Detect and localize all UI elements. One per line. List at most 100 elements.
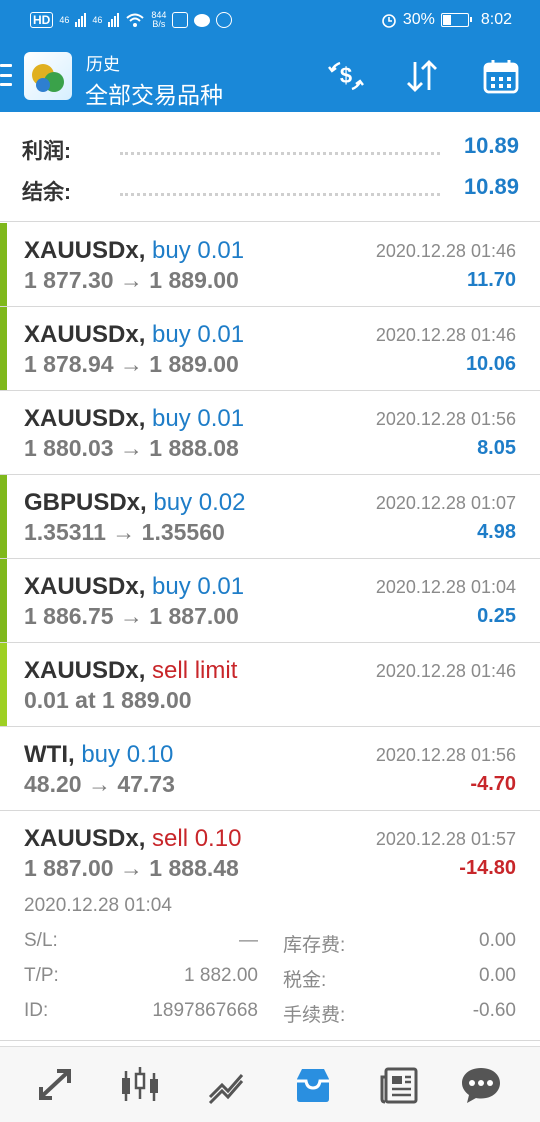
tax-value: 0.00 xyxy=(479,965,516,986)
swap-label: 库存费: xyxy=(283,935,346,956)
trade-time: 2020.12.28 01:46 xyxy=(375,241,516,261)
sl-value: — xyxy=(239,930,258,951)
trade-arrows-icon[interactable] xyxy=(33,1065,77,1105)
trade-symbol: XAUUSDx, xyxy=(24,573,146,600)
trade-profit: -14.80 xyxy=(459,857,516,879)
speed-unit: B/s xyxy=(152,19,166,29)
trade-row-expanded[interactable]: XAUUSDx, sell 0.10 1 887.00 → 1 888.48 2… xyxy=(0,811,540,1041)
trade-title: XAUUSDx, sell limit xyxy=(24,657,237,685)
battery-percent: 30% xyxy=(402,11,435,28)
trade-prices: 48.20 → 47.73 xyxy=(24,771,175,797)
signal1-icon xyxy=(75,13,87,27)
page-title[interactable]: 全部交易品种 xyxy=(85,76,223,110)
trade-profit: 8.05 xyxy=(477,437,516,459)
trade-title: XAUUSDx, buy 0.01 xyxy=(24,321,244,349)
trade-time: 2020.12.28 01:46 xyxy=(375,661,516,681)
trade-side: buy 0.02 xyxy=(153,489,246,516)
trade-row[interactable]: XAUUSDx, buy 0.01 1 880.03 → 1 888.08 20… xyxy=(0,391,540,475)
balance-value: 10.89 xyxy=(463,174,519,199)
trade-prices: 1 887.00 → 1 888.48 xyxy=(24,855,239,881)
trade-side: sell 0.10 xyxy=(152,825,242,852)
trade-title: XAUUSDx, buy 0.01 xyxy=(24,405,244,433)
net1-label: 46 xyxy=(59,14,70,25)
trade-side: buy 0.01 xyxy=(152,573,245,600)
trend-icon[interactable] xyxy=(204,1065,248,1105)
trade-side: buy 0.01 xyxy=(152,405,245,432)
inbox-icon[interactable] xyxy=(291,1065,335,1105)
trade-row[interactable]: XAUUSDx, buy 0.01 1 877.30 → 1 889.00 20… xyxy=(0,223,540,307)
trade-side: buy 0.01 xyxy=(152,237,245,264)
balance-row: 结余: 10.89 xyxy=(0,168,540,208)
open-time: 2020.12.28 01:04 xyxy=(24,895,172,916)
trade-symbol: GBPUSDx, xyxy=(24,489,147,516)
trade-prices: 1.35311 → 1.35560 xyxy=(24,519,225,545)
dotted-leader xyxy=(120,152,440,155)
candlestick-icon[interactable] xyxy=(118,1065,162,1105)
order-row[interactable]: XAUUSDx, sell limit 0.01 at 1 889.00 202… xyxy=(0,643,540,727)
header-subtitle: 历史 xyxy=(86,55,120,74)
app-notification-icon xyxy=(172,12,189,28)
clock: 8:02 xyxy=(480,11,512,28)
trade-time: 2020.12.28 01:46 xyxy=(375,325,516,345)
trade-time: 2020.12.28 01:56 xyxy=(375,409,516,429)
detail-row: ID: 1897867668 手续费: -0.60 xyxy=(0,1000,540,1030)
status-left: HD 46 46 844 B/s xyxy=(30,0,233,40)
calendar-icon[interactable] xyxy=(481,56,521,96)
commission-value: -0.60 xyxy=(472,1000,516,1021)
alarm-icon xyxy=(382,14,396,28)
trade-side: buy 0.10 xyxy=(81,741,174,768)
shop-icon xyxy=(216,12,233,28)
newspaper-icon[interactable] xyxy=(378,1065,422,1105)
trade-prices: 1 886.75 → 1 887.00 xyxy=(24,603,239,629)
wifi-icon xyxy=(126,13,145,27)
currency-exchange-icon[interactable]: $ xyxy=(326,56,366,96)
balance-label: 结余: xyxy=(22,181,71,204)
bottom-tab-bar xyxy=(0,1046,540,1122)
detail-row: T/P: 1 882.00 税金: 0.00 xyxy=(0,965,540,995)
profit-label: 利润: xyxy=(22,140,71,163)
trade-title: XAUUSDx, buy 0.01 xyxy=(24,237,244,265)
trade-row[interactable]: GBPUSDx, buy 0.02 1.35311 → 1.35560 2020… xyxy=(0,475,540,559)
trade-profit: 0.25 xyxy=(477,605,516,627)
trade-time: 2020.12.28 01:57 xyxy=(375,829,516,849)
trade-profit: 4.98 xyxy=(477,521,516,543)
detail-row: S/L: — 库存费: 0.00 xyxy=(0,930,540,960)
trade-row[interactable]: WTI, buy 0.10 48.20 → 47.73 2020.12.28 0… xyxy=(0,727,540,811)
trade-title: XAUUSDx, buy 0.01 xyxy=(24,573,244,601)
swap-value: 0.00 xyxy=(479,930,516,951)
trade-symbol: XAUUSDx, xyxy=(24,321,146,348)
trade-list: XAUUSDx, buy 0.01 1 877.30 → 1 889.00 20… xyxy=(0,223,540,1041)
tp-label: T/P: xyxy=(24,965,59,986)
svg-text:$: $ xyxy=(340,63,352,88)
chat-icon[interactable] xyxy=(459,1065,503,1105)
trade-side: sell limit xyxy=(152,657,238,684)
position-indicator xyxy=(0,223,7,306)
trade-title: XAUUSDx, sell 0.10 xyxy=(24,825,241,853)
id-label: ID: xyxy=(24,1000,49,1021)
commission-label: 手续费: xyxy=(283,1005,346,1026)
menu-icon[interactable] xyxy=(0,64,16,86)
dotted-leader xyxy=(120,193,440,196)
sl-label: S/L: xyxy=(24,930,58,951)
trade-row[interactable]: XAUUSDx, buy 0.01 1 878.94 → 1 889.00 20… xyxy=(0,307,540,391)
trade-symbol: XAUUSDx, xyxy=(24,405,146,432)
trade-title: GBPUSDx, buy 0.02 xyxy=(24,489,245,517)
position-indicator xyxy=(0,475,7,558)
tp-value: 1 882.00 xyxy=(184,965,258,986)
net2-label: 46 xyxy=(92,14,103,25)
trade-symbol: XAUUSDx, xyxy=(24,825,146,852)
position-indicator xyxy=(0,307,7,390)
speed-indicator: 844 B/s xyxy=(151,11,166,29)
profit-value: 10.89 xyxy=(463,133,519,158)
tax-label: 税金: xyxy=(283,970,327,991)
status-bar: HD 46 46 844 B/s 30% 8:02 xyxy=(0,0,540,40)
trade-time: 2020.12.28 01:07 xyxy=(375,493,516,513)
trade-prices: 1 880.03 → 1 888.08 xyxy=(24,435,239,461)
trade-symbol: XAUUSDx, xyxy=(24,237,146,264)
trade-title: WTI, buy 0.10 xyxy=(24,741,173,769)
message-icon xyxy=(194,13,211,27)
trade-prices: 1 878.94 → 1 889.00 xyxy=(24,351,239,377)
sort-icon[interactable] xyxy=(402,56,442,96)
app-bar: 历史 全部交易品种 $ xyxy=(0,40,540,112)
trade-row[interactable]: XAUUSDx, buy 0.01 1 886.75 → 1 887.00 20… xyxy=(0,559,540,643)
